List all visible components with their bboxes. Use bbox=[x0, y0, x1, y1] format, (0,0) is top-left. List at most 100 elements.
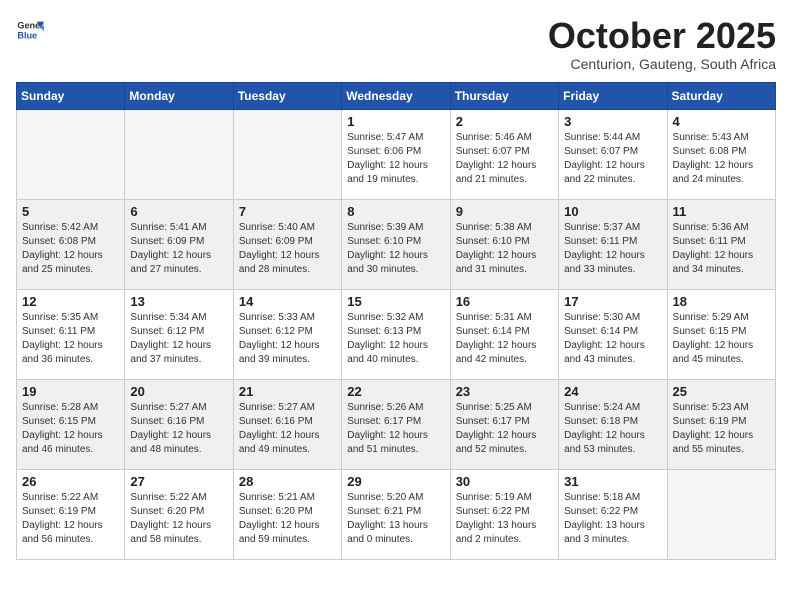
calendar-day-4: 4Sunrise: 5:43 AMSunset: 6:08 PMDaylight… bbox=[667, 109, 775, 199]
day-number: 2 bbox=[456, 114, 553, 129]
day-number: 12 bbox=[22, 294, 119, 309]
calendar-week-row: 12 Sunrise: 5:35 AMSunset: 6:11 PMDayligh… bbox=[17, 289, 776, 379]
calendar-day-empty bbox=[667, 469, 775, 559]
calendar-day-13: 13 Sunrise: 5:34 AMSunset: 6:12 PMDayligh… bbox=[125, 289, 233, 379]
day-info: Sunrise: 5:22 AMSunset: 6:19 PMDaylight:… bbox=[22, 491, 119, 547]
day-info: Sunrise: 5:44 AMSunset: 6:07 PMDaylight:… bbox=[564, 131, 661, 187]
column-header-friday: Friday bbox=[559, 82, 667, 109]
calendar-day-23: 23 Sunrise: 5:25 AMSunset: 6:17 PMDayligh… bbox=[450, 379, 558, 469]
calendar-day-26: 26 Sunrise: 5:22 AMSunset: 6:19 PMDayligh… bbox=[17, 469, 125, 559]
day-info: Sunrise: 5:24 AMSunset: 6:18 PMDaylight:… bbox=[564, 401, 661, 457]
day-info: Sunrise: 5:29 AMSunset: 6:15 PMDaylight:… bbox=[673, 311, 770, 367]
day-number: 27 bbox=[130, 474, 227, 489]
day-info: Sunrise: 5:25 AMSunset: 6:17 PMDaylight:… bbox=[456, 401, 553, 457]
day-info: Sunrise: 5:39 AMSunset: 6:10 PMDaylight:… bbox=[347, 221, 444, 277]
day-info: Sunrise: 5:36 AMSunset: 6:11 PMDaylight:… bbox=[673, 221, 770, 277]
day-number: 7 bbox=[239, 204, 336, 219]
calendar-day-19: 19 Sunrise: 5:28 AMSunset: 6:15 PMDayligh… bbox=[17, 379, 125, 469]
page-header: General Blue October 2025 Centurion, Gau… bbox=[16, 16, 776, 72]
day-number: 14 bbox=[239, 294, 336, 309]
day-info: Sunrise: 5:21 AMSunset: 6:20 PMDaylight:… bbox=[239, 491, 336, 547]
day-number: 25 bbox=[673, 384, 770, 399]
calendar-day-empty bbox=[125, 109, 233, 199]
title-block: October 2025 Centurion, Gauteng, South A… bbox=[548, 16, 776, 72]
day-number: 21 bbox=[239, 384, 336, 399]
day-info: Sunrise: 5:38 AMSunset: 6:10 PMDaylight:… bbox=[456, 221, 553, 277]
calendar-day-empty bbox=[233, 109, 341, 199]
day-number: 13 bbox=[130, 294, 227, 309]
day-info: Sunrise: 5:40 AMSunset: 6:09 PMDaylight:… bbox=[239, 221, 336, 277]
day-number: 11 bbox=[673, 204, 770, 219]
day-info: Sunrise: 5:18 AMSunset: 6:22 PMDaylight:… bbox=[564, 491, 661, 547]
calendar-day-10: 10Sunrise: 5:37 AMSunset: 6:11 PMDayligh… bbox=[559, 199, 667, 289]
calendar-day-18: 18 Sunrise: 5:29 AMSunset: 6:15 PMDayligh… bbox=[667, 289, 775, 379]
calendar-day-7: 7 Sunrise: 5:40 AMSunset: 6:09 PMDaylight… bbox=[233, 199, 341, 289]
day-info: Sunrise: 5:22 AMSunset: 6:20 PMDaylight:… bbox=[130, 491, 227, 547]
day-number: 5 bbox=[22, 204, 119, 219]
calendar-day-14: 14 Sunrise: 5:33 AMSunset: 6:12 PMDayligh… bbox=[233, 289, 341, 379]
calendar-day-empty bbox=[17, 109, 125, 199]
day-number: 29 bbox=[347, 474, 444, 489]
day-info: Sunrise: 5:28 AMSunset: 6:15 PMDaylight:… bbox=[22, 401, 119, 457]
day-info: Sunrise: 5:23 AMSunset: 6:19 PMDaylight:… bbox=[673, 401, 770, 457]
day-number: 28 bbox=[239, 474, 336, 489]
calendar-week-row: 19 Sunrise: 5:28 AMSunset: 6:15 PMDayligh… bbox=[17, 379, 776, 469]
day-number: 26 bbox=[22, 474, 119, 489]
calendar-day-31: 31Sunrise: 5:18 AMSunset: 6:22 PMDayligh… bbox=[559, 469, 667, 559]
calendar-day-22: 22Sunrise: 5:26 AMSunset: 6:17 PMDayligh… bbox=[342, 379, 450, 469]
calendar-day-12: 12 Sunrise: 5:35 AMSunset: 6:11 PMDayligh… bbox=[17, 289, 125, 379]
calendar-day-17: 17Sunrise: 5:30 AMSunset: 6:14 PMDayligh… bbox=[559, 289, 667, 379]
calendar-day-20: 20Sunrise: 5:27 AMSunset: 6:16 PMDayligh… bbox=[125, 379, 233, 469]
day-info: Sunrise: 5:19 AMSunset: 6:22 PMDaylight:… bbox=[456, 491, 553, 547]
day-info: Sunrise: 5:31 AMSunset: 6:14 PMDaylight:… bbox=[456, 311, 553, 367]
day-number: 6 bbox=[130, 204, 227, 219]
day-number: 22 bbox=[347, 384, 444, 399]
calendar-week-row: 26 Sunrise: 5:22 AMSunset: 6:19 PMDayligh… bbox=[17, 469, 776, 559]
svg-text:Blue: Blue bbox=[17, 30, 37, 40]
day-info: Sunrise: 5:42 AMSunset: 6:08 PMDaylight:… bbox=[22, 221, 119, 277]
day-info: Sunrise: 5:27 AMSunset: 6:16 PMDaylight:… bbox=[239, 401, 336, 457]
day-number: 15 bbox=[347, 294, 444, 309]
day-number: 30 bbox=[456, 474, 553, 489]
day-number: 3 bbox=[564, 114, 661, 129]
calendar-week-row: 1 Sunrise: 5:47 AMSunset: 6:06 PMDaylight… bbox=[17, 109, 776, 199]
calendar-day-3: 3 Sunrise: 5:44 AMSunset: 6:07 PMDaylight… bbox=[559, 109, 667, 199]
calendar-day-5: 5 Sunrise: 5:42 AMSunset: 6:08 PMDaylight… bbox=[17, 199, 125, 289]
day-number: 20 bbox=[130, 384, 227, 399]
day-number: 19 bbox=[22, 384, 119, 399]
calendar-day-15: 15 Sunrise: 5:32 AMSunset: 6:13 PMDayligh… bbox=[342, 289, 450, 379]
calendar-day-30: 30 Sunrise: 5:19 AMSunset: 6:22 PMDayligh… bbox=[450, 469, 558, 559]
day-info: Sunrise: 5:34 AMSunset: 6:12 PMDaylight:… bbox=[130, 311, 227, 367]
day-info: Sunrise: 5:35 AMSunset: 6:11 PMDaylight:… bbox=[22, 311, 119, 367]
day-number: 10 bbox=[564, 204, 661, 219]
day-info: Sunrise: 5:30 AMSunset: 6:14 PMDaylight:… bbox=[564, 311, 661, 367]
calendar-day-6: 6 Sunrise: 5:41 AMSunset: 6:09 PMDaylight… bbox=[125, 199, 233, 289]
column-header-sunday: Sunday bbox=[17, 82, 125, 109]
day-number: 23 bbox=[456, 384, 553, 399]
calendar-day-1: 1 Sunrise: 5:47 AMSunset: 6:06 PMDaylight… bbox=[342, 109, 450, 199]
calendar-table: SundayMondayTuesdayWednesdayThursdayFrid… bbox=[16, 82, 776, 560]
day-number: 18 bbox=[673, 294, 770, 309]
column-header-tuesday: Tuesday bbox=[233, 82, 341, 109]
day-info: Sunrise: 5:33 AMSunset: 6:12 PMDaylight:… bbox=[239, 311, 336, 367]
column-header-thursday: Thursday bbox=[450, 82, 558, 109]
day-info: Sunrise: 5:47 AMSunset: 6:06 PMDaylight:… bbox=[347, 131, 444, 187]
calendar-day-25: 25 Sunrise: 5:23 AMSunset: 6:19 PMDayligh… bbox=[667, 379, 775, 469]
day-number: 4 bbox=[673, 114, 770, 129]
calendar-day-16: 16Sunrise: 5:31 AMSunset: 6:14 PMDayligh… bbox=[450, 289, 558, 379]
day-number: 24 bbox=[564, 384, 661, 399]
day-number: 9 bbox=[456, 204, 553, 219]
calendar-day-2: 2 Sunrise: 5:46 AMSunset: 6:07 PMDaylight… bbox=[450, 109, 558, 199]
calendar-day-11: 11 Sunrise: 5:36 AMSunset: 6:11 PMDayligh… bbox=[667, 199, 775, 289]
month-title: October 2025 bbox=[548, 16, 776, 56]
day-info: Sunrise: 5:46 AMSunset: 6:07 PMDaylight:… bbox=[456, 131, 553, 187]
column-header-wednesday: Wednesday bbox=[342, 82, 450, 109]
logo: General Blue bbox=[16, 16, 44, 44]
day-info: Sunrise: 5:20 AMSunset: 6:21 PMDaylight:… bbox=[347, 491, 444, 547]
day-info: Sunrise: 5:32 AMSunset: 6:13 PMDaylight:… bbox=[347, 311, 444, 367]
calendar-day-28: 28 Sunrise: 5:21 AMSunset: 6:20 PMDayligh… bbox=[233, 469, 341, 559]
logo-icon: General Blue bbox=[16, 16, 44, 44]
day-info: Sunrise: 5:41 AMSunset: 6:09 PMDaylight:… bbox=[130, 221, 227, 277]
calendar-header-row: SundayMondayTuesdayWednesdayThursdayFrid… bbox=[17, 82, 776, 109]
day-number: 1 bbox=[347, 114, 444, 129]
